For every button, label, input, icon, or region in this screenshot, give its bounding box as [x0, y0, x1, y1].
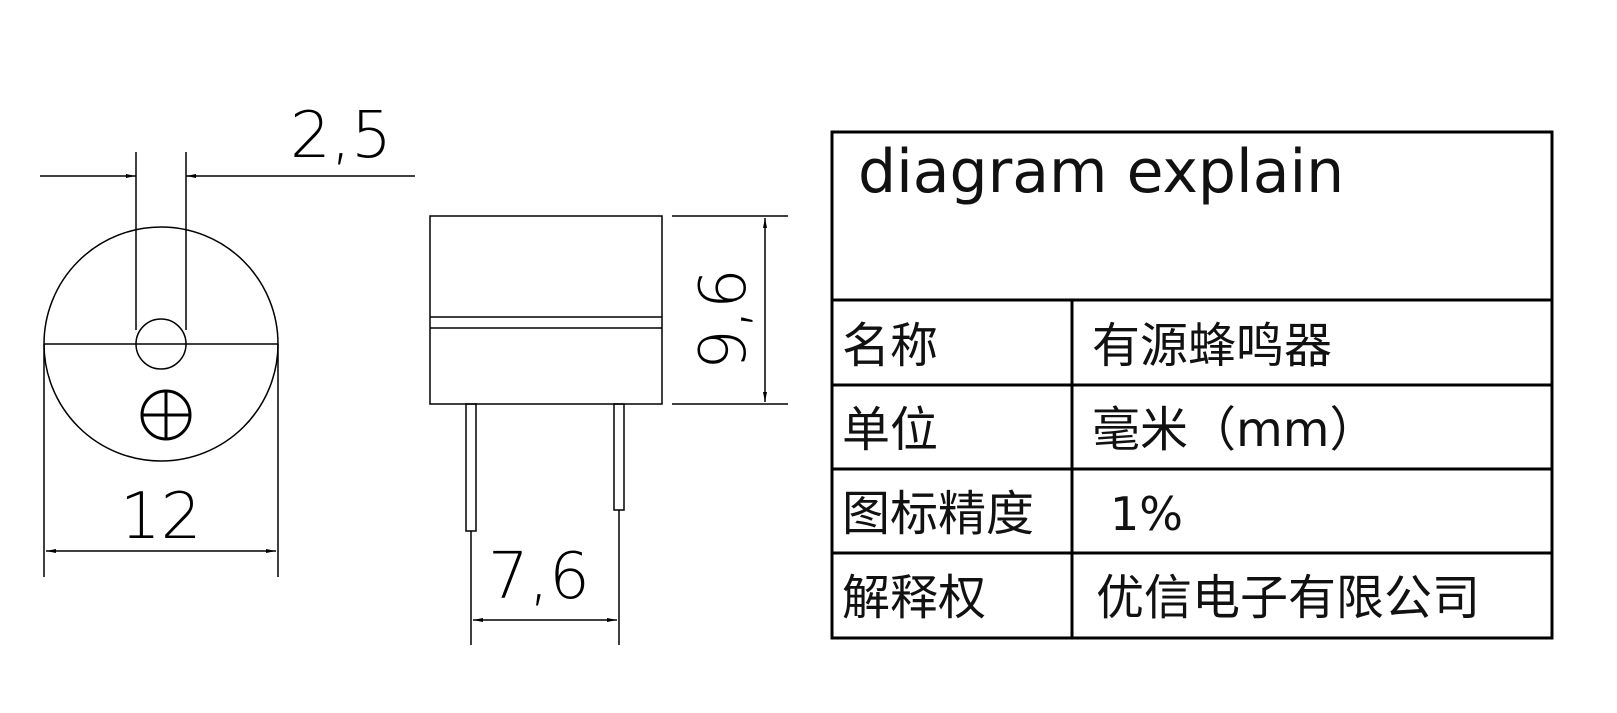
info-table	[830, 130, 1554, 640]
dim-label-top: 2,5	[290, 99, 392, 173]
row-value-precision: 1%	[1110, 487, 1183, 541]
row-value-name: 有源蜂鸣器	[1092, 318, 1332, 374]
pin-left	[465, 403, 477, 532]
dim-label-height: 9,6	[687, 268, 761, 370]
positive-terminal-mark	[140, 389, 192, 441]
row-value-rights: 优信电子有限公司	[1096, 570, 1480, 626]
row-value-unit: 毫米（mm）	[1092, 402, 1378, 458]
row-label-rights: 解释权	[842, 570, 986, 626]
buzzer-drawing: 2,5 12 9,6 7,6 diagram explain 名称 有源蜂鸣器 …	[40, 99, 1554, 645]
pin-right	[613, 403, 625, 511]
row-label-precision: 图标精度	[842, 486, 1034, 542]
front-view	[40, 152, 415, 577]
dim-label-pin-spacing: 7,6	[488, 540, 590, 614]
row-label-name: 名称	[842, 318, 938, 374]
row-label-unit: 单位	[842, 402, 938, 458]
buzzer-body-side	[429, 215, 663, 405]
table-title: diagram explain	[858, 137, 1344, 207]
dim-label-bottom: 12	[120, 480, 201, 554]
